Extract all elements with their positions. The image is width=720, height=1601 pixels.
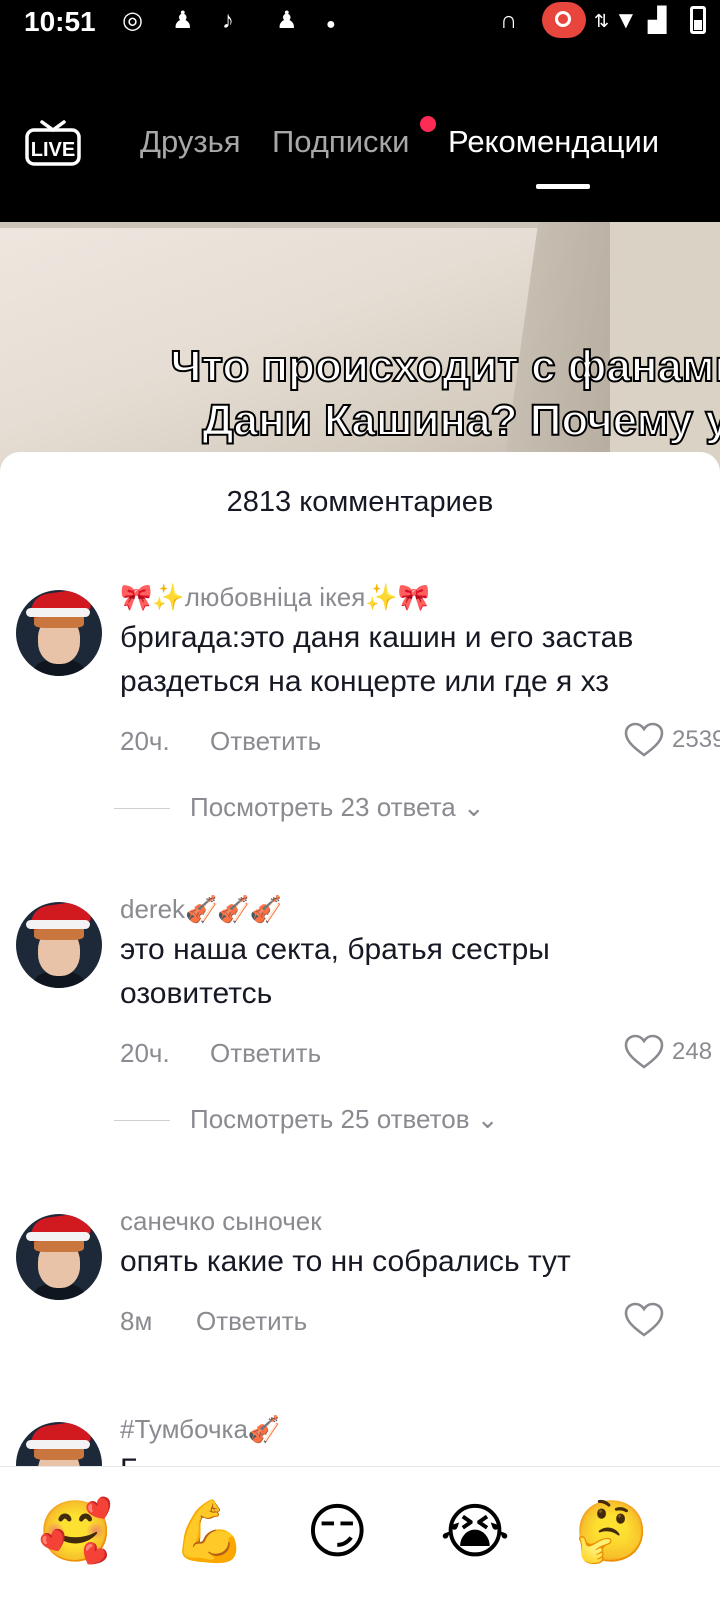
emoji-button[interactable]: 😏 — [306, 1497, 369, 1567]
comment-username[interactable]: #Тумбочка🎻 — [120, 1414, 280, 1445]
avatar[interactable] — [16, 590, 102, 676]
comment-username[interactable]: санечко сыночек — [120, 1206, 322, 1237]
comment-text: бригада:это даня кашин и его застав разд… — [120, 616, 720, 704]
emoji-button[interactable]: 💪 — [172, 1497, 247, 1567]
top-navigation: LIVE Друзья Подписки Рекомендации — [0, 100, 720, 200]
heart-icon[interactable] — [624, 722, 664, 758]
heart-icon[interactable] — [624, 1302, 664, 1338]
video-caption-line: Дани Кашина? Почему у — [201, 395, 720, 446]
comment-text-line: раздеться на концерте или где я хз — [120, 665, 610, 698]
status-time: 10:51 — [24, 6, 96, 37]
view-replies-button[interactable]: Посмотреть 23 ответа ⌄ — [114, 792, 614, 822]
battery-icon — [690, 6, 706, 34]
comment-text: это наша секта, братья сестры озовитетсь — [120, 928, 720, 1016]
comments-count-title: 2813 комментариев — [226, 486, 494, 518]
live-icon[interactable]: LIVE — [24, 116, 82, 166]
comment-text-line: бригада:это даня кашин и его застав — [120, 621, 634, 654]
active-tab-indicator — [536, 184, 590, 189]
tab-friends[interactable]: Друзья — [140, 124, 241, 160]
comment-time: 20ч. — [120, 726, 170, 756]
emoji-quick-bar: 🥰 💪 😏 😭 🤔 — [0, 1466, 720, 1601]
signal-icon: ▟ — [648, 7, 667, 34]
snapchat-icon: ♟ — [172, 7, 194, 34]
wifi-icon: ▼ — [614, 7, 638, 34]
notification-dot — [420, 116, 436, 132]
emoji-button[interactable]: 🤔 — [574, 1497, 649, 1567]
avatar[interactable] — [16, 902, 102, 988]
screen-record-icon — [542, 2, 586, 38]
snapchat-icon: ♟ — [276, 7, 298, 34]
comment-text: опять какие то нн собрались тут — [120, 1240, 720, 1284]
video-caption-line: Что происходит с фанами — [170, 341, 720, 392]
reply-button[interactable]: Ответить — [210, 1038, 321, 1069]
comment-time: 8м — [120, 1306, 153, 1336]
tab-for-you[interactable]: Рекомендации — [448, 124, 659, 160]
video-caption-overlay: Что происходит с фанами Дани Кашина? Поч… — [76, 340, 720, 448]
comment-time: 20ч. — [120, 1038, 170, 1068]
like-count: 248 — [672, 1038, 713, 1065]
emoji-button[interactable]: 😭 — [440, 1497, 510, 1567]
video-player[interactable]: Что происходит с фанами Дани Кашина? Поч… — [0, 222, 720, 472]
dot-icon: ● — [326, 16, 336, 33]
live-label: LIVE — [31, 139, 75, 161]
comment-username[interactable]: derek🎻🎻🎻 — [120, 894, 282, 925]
comment-username[interactable]: 🎀✨любовніца ікея✨🎀 — [120, 582, 430, 613]
emoji-button[interactable]: 🥰 — [38, 1497, 113, 1567]
comment-text-line: опять какие то нн собрались тут — [120, 1245, 571, 1278]
heart-icon[interactable] — [624, 1034, 664, 1070]
headphones-icon: ∩ — [500, 7, 518, 34]
view-replies-label: Посмотреть 23 ответа ⌄ — [190, 792, 485, 822]
view-replies-button[interactable]: Посмотреть 25 ответов ⌄ — [114, 1104, 614, 1134]
data-icon: ⇅ — [594, 11, 610, 31]
status-bar: 10:51 ◎ ♟ ♪ ♟ ● ∩ ⇅ ▼ ▟ — [0, 0, 720, 44]
reply-button[interactable]: Ответить — [210, 726, 321, 757]
comment-text-line: озовитетсь — [120, 977, 273, 1010]
tab-following[interactable]: Подписки — [272, 124, 409, 160]
tiktok-icon: ♪ — [222, 7, 234, 34]
comments-sheet: 2813 комментариев 🎀✨любовніца ікея✨🎀 бри… — [0, 452, 720, 1600]
comment-text-line: это наша секта, братья сестры — [120, 933, 550, 966]
location-icon: ◎ — [122, 7, 143, 34]
view-replies-label: Посмотреть 25 ответов ⌄ — [190, 1104, 499, 1134]
reply-button[interactable]: Ответить — [196, 1306, 307, 1337]
avatar[interactable] — [16, 1214, 102, 1300]
like-count: 2539 — [672, 726, 720, 753]
